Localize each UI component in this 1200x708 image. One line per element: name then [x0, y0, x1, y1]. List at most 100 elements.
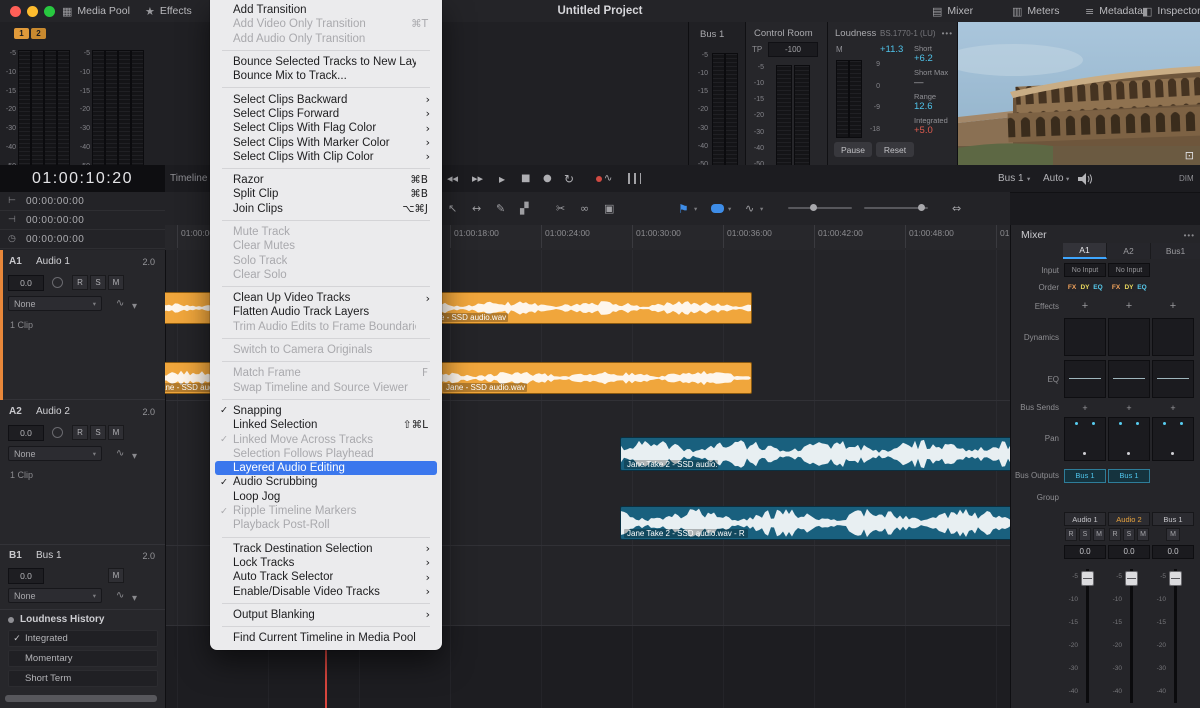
play-icon[interactable]: ▸ [499, 165, 505, 192]
chevron-down-icon[interactable]: ▾ [760, 192, 763, 225]
strip-name[interactable]: Audio 2 [1108, 512, 1150, 526]
automation-mode-dropdown[interactable]: None ▾ [8, 296, 102, 311]
menu-item[interactable]: Output Blanking › [215, 608, 437, 622]
order-chips[interactable]: FXDYEQ [1110, 282, 1148, 292]
automation-curve-icon[interactable]: ∿ [116, 298, 124, 309]
strip-name[interactable]: Bus 1 [1152, 512, 1194, 526]
speaker-icon[interactable] [1078, 173, 1093, 185]
channel-fader[interactable]: -5-10-15-20-30-40 [1063, 565, 1105, 707]
menu-item[interactable]: Lock Tracks › [215, 556, 437, 570]
menu-item[interactable]: Clean Up Video Tracks › [215, 291, 437, 305]
strip-name[interactable]: Audio 1 [1064, 512, 1106, 526]
dynamics-cell[interactable] [1108, 318, 1150, 356]
track-gain[interactable]: 0.0 [8, 568, 44, 584]
channel-tab-2[interactable]: 2 [31, 28, 46, 39]
add-bus-send-button[interactable]: + [1170, 403, 1175, 413]
fader-handle[interactable] [1125, 571, 1138, 586]
menu-item[interactable] [222, 168, 430, 169]
order-chips[interactable]: FXDYEQ [1066, 282, 1104, 292]
channel-fader[interactable]: -5-10-15-20-30-40 [1107, 565, 1149, 707]
menu-item[interactable] [222, 626, 430, 627]
frame-icon[interactable]: ▣ [604, 192, 614, 225]
menu-item[interactable]: Enable/Disable Video Tracks › [215, 584, 437, 598]
loudness-history-option[interactable]: Short Term [8, 670, 158, 687]
input-selector[interactable]: No Input [1064, 263, 1106, 277]
channel-tab-1[interactable]: 1 [14, 28, 29, 39]
pause-button[interactable]: Pause [834, 142, 872, 157]
track-header-b1[interactable]: B1 Bus 1 2.0 0.0 M None ▾ ∿ ▾ [0, 545, 165, 610]
add-bus-send-button[interactable]: + [1082, 403, 1087, 413]
menu-item[interactable]: Track Destination Selection › [215, 542, 437, 556]
input-selector[interactable]: No Input [1108, 263, 1150, 277]
duration-row[interactable]: ◷ 00:00:00:00 [0, 230, 165, 249]
menu-item[interactable]: Linked Selection ⇧⌘L [215, 418, 437, 432]
menu-item[interactable]: Loop Jog [215, 490, 437, 504]
menu-item[interactable] [222, 87, 430, 88]
menu-item[interactable] [222, 50, 430, 51]
menu-item[interactable]: Auto Track Selector › [215, 570, 437, 584]
monitor-bus-selector[interactable]: Bus 1 [998, 173, 1024, 184]
fast-forward-icon[interactable]: ▸▸ [472, 165, 483, 192]
record-button[interactable]: R [1065, 528, 1077, 541]
audio-clip[interactable]: Jane - SSD audio.wav - L [420, 292, 752, 324]
menu-item[interactable]: Join Clips ⌥⌘J [215, 202, 437, 216]
dynamics-cell[interactable] [1152, 318, 1194, 356]
menu-item[interactable]: Bounce Selected Tracks to New Layer [215, 55, 437, 69]
automation-mode-dropdown[interactable]: None ▾ [8, 446, 102, 461]
menu-item[interactable]: Select Clips Forward › [215, 107, 437, 121]
menu-item[interactable]: Clear Mutes [215, 239, 437, 253]
zoom-slider-knob[interactable] [810, 204, 817, 211]
timeline-selector[interactable]: Timeline [170, 173, 207, 184]
add-effect-button[interactable]: + [1170, 300, 1176, 312]
automation-curve-icon[interactable]: ∿ [116, 590, 124, 601]
menu-item[interactable]: Find Current Timeline in Media Pool [215, 631, 437, 645]
mixer-tab-bus1[interactable]: Bus1 [1151, 243, 1200, 259]
menu-item[interactable]: ✓ Linked Move Across Tracks [215, 432, 437, 446]
eq-cell[interactable] [1064, 360, 1106, 398]
track-gain[interactable]: 0.0 [8, 425, 44, 441]
menu-item[interactable]: Switch to Camera Originals [215, 343, 437, 357]
out-point-row[interactable]: ⊣ 00:00:00:00 [0, 211, 165, 230]
menu-item[interactable]: Add Video Only Transition ⌘T [215, 17, 437, 31]
flag-icon[interactable]: ⚑ [678, 192, 689, 225]
waveform-icon[interactable]: ∿ [745, 192, 754, 225]
eq-cell[interactable] [1108, 360, 1150, 398]
menu-item[interactable]: Clear Solo [215, 268, 437, 282]
razor-tool-icon[interactable]: ▞ [520, 192, 528, 225]
menu-item[interactable]: ✓ Ripple Timeline Markers [215, 504, 437, 518]
track-header-a2[interactable]: A2 Audio 2 2.0 0.0 R S M None ▾ ∿ ▾ 1 Cl… [0, 400, 165, 545]
loudness-history-option[interactable]: ✓ Integrated [8, 630, 158, 647]
fader-value[interactable]: 0.0 [1152, 545, 1194, 559]
menu-item[interactable] [222, 537, 430, 538]
menu-item[interactable]: Select Clips With Clip Color › [215, 150, 437, 164]
mute-button[interactable]: M [1137, 528, 1149, 541]
record-button[interactable]: R [72, 425, 88, 440]
solo-button[interactable]: S [90, 275, 106, 290]
chevron-down-icon[interactable]: ▾ [132, 301, 137, 312]
cut-icon[interactable]: ✂ [556, 192, 565, 225]
chevron-down-icon[interactable]: ▾ [694, 192, 697, 225]
fader-handle[interactable] [1169, 571, 1182, 586]
solo-button[interactable]: S [90, 425, 106, 440]
mixer-tab-a1[interactable]: A1 [1063, 243, 1107, 259]
fullscreen-icon[interactable]: ⊡ [1185, 149, 1194, 162]
automation-mode-dropdown[interactable]: None ▾ [8, 588, 102, 603]
menu-item[interactable]: Match Frame F [215, 366, 437, 380]
pointer-tool-icon[interactable]: ↖ [448, 192, 457, 225]
menu-item[interactable] [222, 220, 430, 221]
menu-item[interactable]: Solo Track [215, 253, 437, 267]
zoom-fit-icon[interactable]: ⇔ [952, 192, 961, 225]
metadata-toggle-button[interactable]: ≡ Metadata [1085, 0, 1143, 22]
auto-selector[interactable]: Auto [1043, 173, 1064, 184]
add-bus-send-button[interactable]: + [1126, 403, 1131, 413]
inspector-toggle-button[interactable]: ◧ Inspector [1142, 0, 1200, 22]
menu-item[interactable]: Selection Follows Playhead [215, 447, 437, 461]
mixer-options-icon[interactable]: ••• [1184, 231, 1195, 240]
menu-item[interactable] [222, 603, 430, 604]
bus-output-selector[interactable]: Bus 1 [1064, 469, 1106, 483]
solo-button[interactable]: S [1079, 528, 1091, 541]
pan-cell[interactable] [1152, 417, 1194, 461]
chevron-down-icon[interactable]: ▾ [132, 593, 137, 604]
mute-button[interactable]: M [1093, 528, 1105, 541]
record-button[interactable]: R [1109, 528, 1121, 541]
